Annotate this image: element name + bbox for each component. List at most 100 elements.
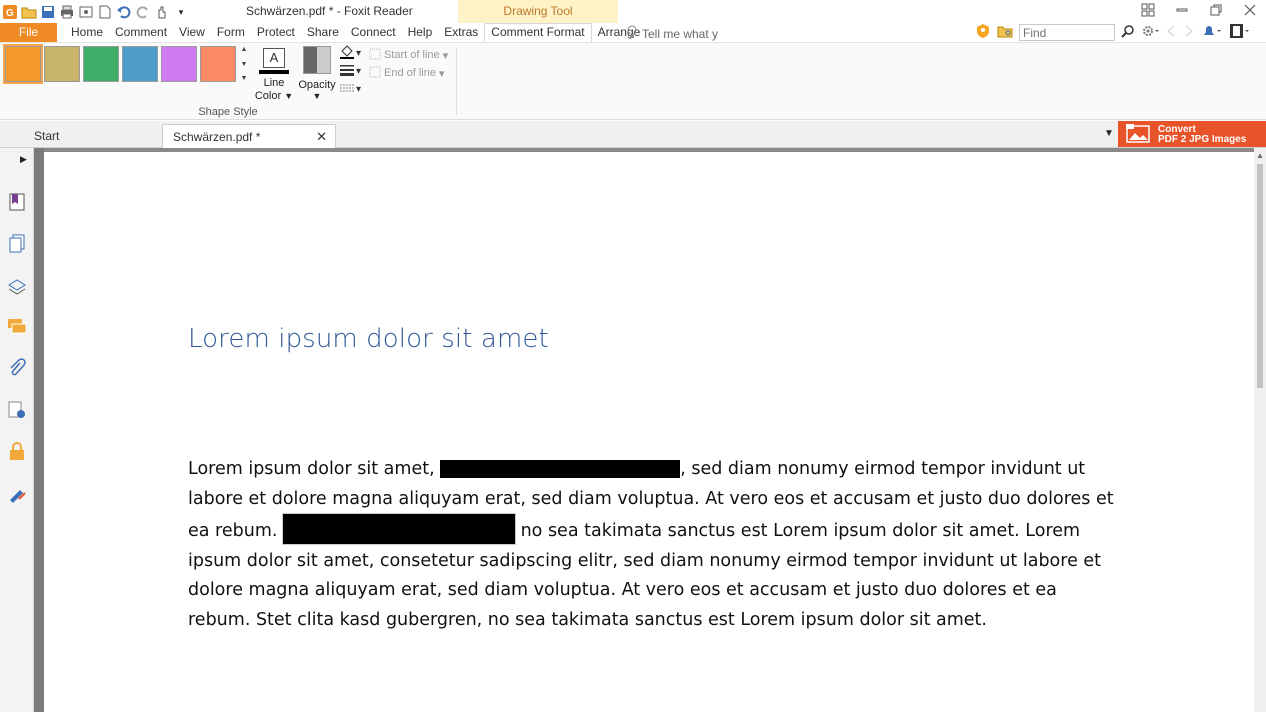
- tab-comment[interactable]: Comment: [109, 23, 173, 42]
- search-icon[interactable]: [1121, 24, 1135, 41]
- paint-bucket-icon: [339, 45, 355, 62]
- user-account-icon[interactable]: [1229, 23, 1251, 42]
- ribbon-display-icon[interactable]: [1140, 2, 1156, 18]
- content-tool-icon[interactable]: [7, 483, 27, 503]
- redo-icon[interactable]: [135, 4, 151, 20]
- ribbon-panel: ▲ ▼ ▼ A Line Color ▼ Opacity ▼ ▾ ▾ ▾ Sta…: [0, 42, 1266, 164]
- undo-icon[interactable]: [116, 4, 132, 20]
- line-color-preview: [259, 70, 289, 74]
- window-controls: [1140, 2, 1258, 18]
- vertical-scrollbar[interactable]: ▲: [1254, 148, 1266, 712]
- bell-icon[interactable]: [1201, 24, 1223, 41]
- start-of-line-label: Start of line: [384, 49, 440, 61]
- redaction-box-2[interactable]: [282, 513, 517, 545]
- panel-splitter[interactable]: [34, 148, 44, 712]
- drawing-tool-context-tab: Drawing Tool: [458, 0, 618, 23]
- file-menu-button[interactable]: File: [0, 23, 57, 42]
- save-icon[interactable]: [40, 4, 56, 20]
- swatch-gallery-scroller[interactable]: ▲ ▼ ▼: [239, 46, 249, 82]
- tab-view[interactable]: View: [173, 23, 211, 42]
- line-style-icon: [339, 82, 355, 97]
- quick-access-toolbar: G ▾: [2, 3, 189, 21]
- fill-color-button[interactable]: ▾: [339, 45, 367, 62]
- shield-badge-icon[interactable]: [975, 23, 991, 42]
- tab-share[interactable]: Share: [301, 23, 345, 42]
- previous-page-icon[interactable]: [1165, 24, 1177, 41]
- tab-home[interactable]: Home: [65, 23, 109, 42]
- caret-icon: ▾: [442, 49, 449, 62]
- tab-form[interactable]: Form: [211, 23, 251, 42]
- convert-line-1: Convert: [1158, 123, 1196, 135]
- line-width-icon: [339, 64, 355, 79]
- tell-me-search[interactable]: Tell me what y: [626, 25, 718, 42]
- navigation-panel: ▶: [0, 148, 34, 712]
- line-color-button[interactable]: A Line Color ▼: [254, 46, 294, 103]
- convert-line-2: PDF 2 JPG Images: [1158, 133, 1247, 145]
- print-icon[interactable]: [59, 4, 75, 20]
- gallery-down-icon[interactable]: ▼: [241, 61, 248, 68]
- opacity-button[interactable]: Opacity ▼: [297, 46, 337, 101]
- start-of-line-icon: [369, 48, 381, 63]
- close-tab-icon[interactable]: ✕: [316, 129, 327, 145]
- line-style-button[interactable]: ▾: [339, 82, 367, 97]
- scroll-up-icon[interactable]: ▲: [1256, 151, 1264, 160]
- screenshot-icon[interactable]: [78, 4, 94, 20]
- style-swatch-orange[interactable]: [3, 44, 43, 84]
- document-viewport: Lorem ipsum dolor sit amet Lorem ipsum d…: [44, 148, 1266, 712]
- comments-icon[interactable]: [7, 316, 27, 336]
- end-of-line-button[interactable]: End of line ▾: [369, 64, 448, 82]
- tab-extras[interactable]: Extras: [438, 23, 484, 42]
- close-window-icon[interactable]: [1242, 2, 1258, 18]
- style-swatch-green[interactable]: [83, 46, 119, 82]
- tab-comment-format[interactable]: Comment Format: [484, 23, 592, 42]
- window-title: Schwärzen.pdf * - Foxit Reader: [246, 4, 413, 18]
- foxit-logo-icon: G: [2, 4, 18, 20]
- search-folder-icon[interactable]: [997, 23, 1013, 42]
- tab-help[interactable]: Help: [402, 23, 439, 42]
- pages-icon[interactable]: [7, 234, 27, 254]
- next-page-icon[interactable]: [1183, 24, 1195, 41]
- tab-connect[interactable]: Connect: [345, 23, 402, 42]
- line-width-button[interactable]: ▾: [339, 64, 367, 79]
- style-swatch-olive[interactable]: [44, 46, 80, 82]
- doc-tab-start[interactable]: Start: [24, 124, 164, 148]
- gallery-up-icon[interactable]: ▲: [241, 46, 248, 53]
- style-swatch-salmon[interactable]: [200, 46, 236, 82]
- caret-icon: ▾: [438, 67, 445, 80]
- gear-icon[interactable]: [1141, 24, 1159, 41]
- redaction-box-1[interactable]: [440, 460, 681, 478]
- customize-qat-icon[interactable]: ▾: [173, 4, 189, 20]
- security-lock-icon[interactable]: [7, 441, 27, 461]
- group-separator: [456, 47, 457, 115]
- right-toolbar: [975, 23, 1251, 42]
- expand-panel-icon[interactable]: ▶: [20, 154, 27, 165]
- signature-panel-icon[interactable]: [7, 400, 27, 420]
- tab-protect[interactable]: Protect: [251, 23, 301, 42]
- style-swatch-purple[interactable]: [161, 46, 197, 82]
- document-heading: Lorem ipsum dolor sit amet: [188, 324, 549, 354]
- gallery-more-icon[interactable]: ▼: [241, 75, 248, 82]
- doc-tab-current[interactable]: Schwärzen.pdf * ✕: [162, 124, 336, 148]
- layers-icon[interactable]: [7, 275, 27, 295]
- convert-pdf-banner[interactable]: Convert PDF 2 JPG Images: [1118, 121, 1266, 147]
- open-folder-icon[interactable]: [21, 4, 37, 20]
- start-of-line-button[interactable]: Start of line ▾: [369, 46, 448, 64]
- style-swatch-blue[interactable]: [122, 46, 158, 82]
- end-of-line-label: End of line: [384, 67, 436, 79]
- tab-list-dropdown-icon[interactable]: ▼: [1104, 128, 1114, 139]
- attachment-icon[interactable]: [7, 358, 27, 378]
- restore-icon[interactable]: [1208, 2, 1224, 18]
- caret-icon: ▾: [356, 66, 362, 77]
- svg-text:G: G: [6, 8, 14, 19]
- hand-tool-icon[interactable]: [154, 4, 170, 20]
- line-color-label-color: Color ▼: [254, 90, 294, 102]
- minimize-icon[interactable]: [1174, 2, 1190, 18]
- tell-me-label: Tell me what y: [642, 26, 719, 41]
- opacity-caret-icon: ▼: [312, 91, 322, 101]
- new-document-icon[interactable]: [97, 4, 113, 20]
- find-input[interactable]: [1019, 24, 1115, 41]
- doc-tab-start-label: Start: [34, 129, 60, 143]
- scrollbar-thumb[interactable]: [1257, 164, 1263, 388]
- ribbon-tabs: Home Comment View Form Protect Share Con…: [65, 23, 646, 42]
- bookmark-icon[interactable]: [7, 192, 27, 212]
